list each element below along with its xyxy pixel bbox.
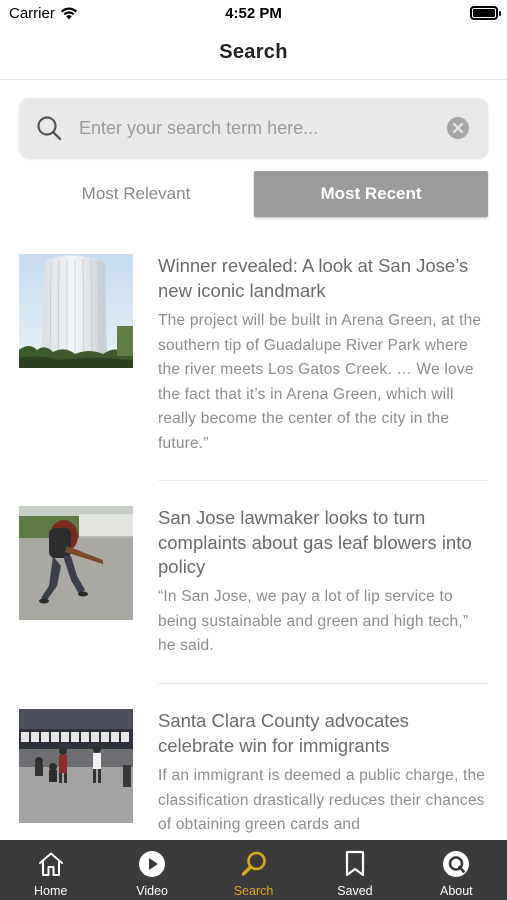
play-icon bbox=[137, 849, 167, 879]
about-icon bbox=[441, 849, 471, 879]
article-title[interactable]: Santa Clara County advocates celebrate w… bbox=[158, 709, 488, 758]
status-time: 4:52 PM bbox=[225, 5, 282, 22]
article-item[interactable]: Winner revealed: A look at San Jose’s ne… bbox=[19, 254, 488, 464]
search-icon bbox=[37, 116, 62, 141]
article-excerpt: If an immigrant is deemed a public charg… bbox=[158, 767, 486, 833]
search-bar[interactable] bbox=[19, 98, 488, 158]
article-item[interactable]: San Jose lawmaker looks to turn complain… bbox=[19, 506, 488, 666]
tab-bar: Home Video Search Saved About bbox=[0, 840, 507, 900]
battery-icon bbox=[470, 6, 501, 20]
divider bbox=[158, 480, 488, 481]
divider bbox=[158, 683, 488, 684]
tab-search[interactable]: Search bbox=[203, 840, 304, 900]
status-bar: Carrier 4:52 PM bbox=[0, 0, 507, 28]
search-icon bbox=[239, 849, 269, 879]
article-thumbnail bbox=[19, 506, 133, 620]
tab-about[interactable]: About bbox=[406, 840, 507, 900]
tab-saved-label: Saved bbox=[337, 884, 373, 898]
bookmark-icon bbox=[340, 849, 370, 879]
article-title[interactable]: San Jose lawmaker looks to turn complain… bbox=[158, 506, 490, 580]
article-thumbnail bbox=[19, 254, 133, 368]
tab-home[interactable]: Home bbox=[0, 840, 101, 900]
nav-bar: Search bbox=[0, 28, 507, 80]
clear-icon[interactable] bbox=[446, 116, 470, 140]
tab-home-label: Home bbox=[34, 884, 68, 898]
search-input[interactable] bbox=[79, 112, 439, 144]
tab-saved[interactable]: Saved bbox=[304, 840, 405, 900]
tab-about-label: About bbox=[439, 884, 473, 898]
page-title: Search bbox=[219, 41, 288, 63]
article-excerpt: “In San Jose, we pay a lot of lip servic… bbox=[158, 588, 469, 654]
tab-search-label: Search bbox=[233, 884, 274, 898]
article-thumbnail bbox=[19, 709, 133, 823]
tab-most-recent[interactable]: Most Recent bbox=[254, 171, 488, 217]
article-item[interactable]: Santa Clara County advocates celebrate w… bbox=[19, 709, 488, 840]
home-icon bbox=[36, 849, 66, 879]
tab-video[interactable]: Video bbox=[101, 840, 202, 900]
tab-video-label: Video bbox=[136, 884, 168, 898]
article-excerpt: The project will be built in Arena Green… bbox=[158, 312, 482, 452]
article-title[interactable]: Winner revealed: A look at San Jose’s ne… bbox=[158, 254, 490, 303]
tab-most-relevant[interactable]: Most Relevant bbox=[19, 171, 253, 217]
